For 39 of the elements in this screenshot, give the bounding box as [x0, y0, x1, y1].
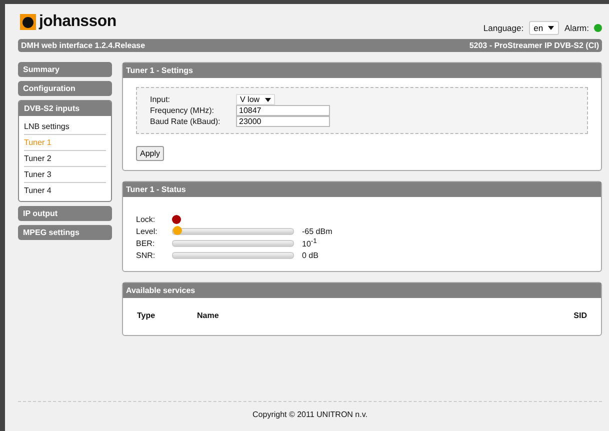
alarm-label: Alarm: — [564, 22, 589, 32]
submenu-item[interactable]: Tuner 3 — [24, 167, 106, 183]
input-select[interactable]: V low — [236, 94, 275, 105]
panel-title: Tuner 1 - Settings — [123, 63, 601, 78]
menu-item[interactable]: Configuration — [18, 81, 112, 96]
input-field[interactable]: 10847 — [236, 105, 330, 116]
status-label: Lock: — [136, 214, 156, 224]
menu-item[interactable]: IP output — [18, 206, 112, 221]
field-label: Baud Rate (kBaud): — [150, 117, 222, 126]
status-label: BER: — [136, 238, 156, 248]
submenu-item[interactable]: LNB settings — [24, 119, 106, 135]
apply-button[interactable]: Apply — [136, 146, 164, 161]
menu-item[interactable]: Summary — [18, 62, 112, 77]
submenu-item[interactable]: Tuner 4 — [24, 183, 106, 198]
meter-reading: 10$^{-1}$ — [302, 238, 317, 248]
menu-item[interactable]: DVB-S2 inputs — [19, 101, 111, 116]
interface-version: DMH web interface 1.2.4.Release — [21, 41, 146, 50]
brand-name: johansson — [39, 12, 116, 30]
panel-title: Tuner 1 - Status — [123, 182, 601, 197]
column-header: Type — [137, 311, 156, 320]
logo-icon — [20, 14, 36, 30]
language-select[interactable]: en — [528, 20, 560, 34]
panel-title: Available services — [123, 283, 601, 298]
field-label: Input: — [150, 95, 172, 104]
submenu-item[interactable]: Tuner 2 — [24, 151, 106, 167]
meter-reading: 0 dB — [302, 250, 318, 260]
copyright-text: Copyright © 2011 UNITRON n.v. — [252, 410, 368, 419]
caret-icon — [264, 98, 271, 102]
status-label: SNR: — [136, 250, 156, 260]
device-name: 5203 - ProStreamer IP DVB-S2 (CI) — [469, 41, 599, 50]
input-field[interactable]: 23000 — [236, 116, 330, 127]
menu-item[interactable]: MPEG settings — [18, 225, 112, 240]
field-label: Frequency (MHz): — [150, 106, 216, 115]
column-header: Name — [197, 311, 220, 320]
language-label: Language: — [483, 22, 524, 32]
status-label: Level: — [136, 226, 158, 236]
caret-icon — [548, 26, 554, 30]
meter-reading: -65 dBm — [302, 226, 332, 236]
column-header: SID — [574, 311, 587, 320]
